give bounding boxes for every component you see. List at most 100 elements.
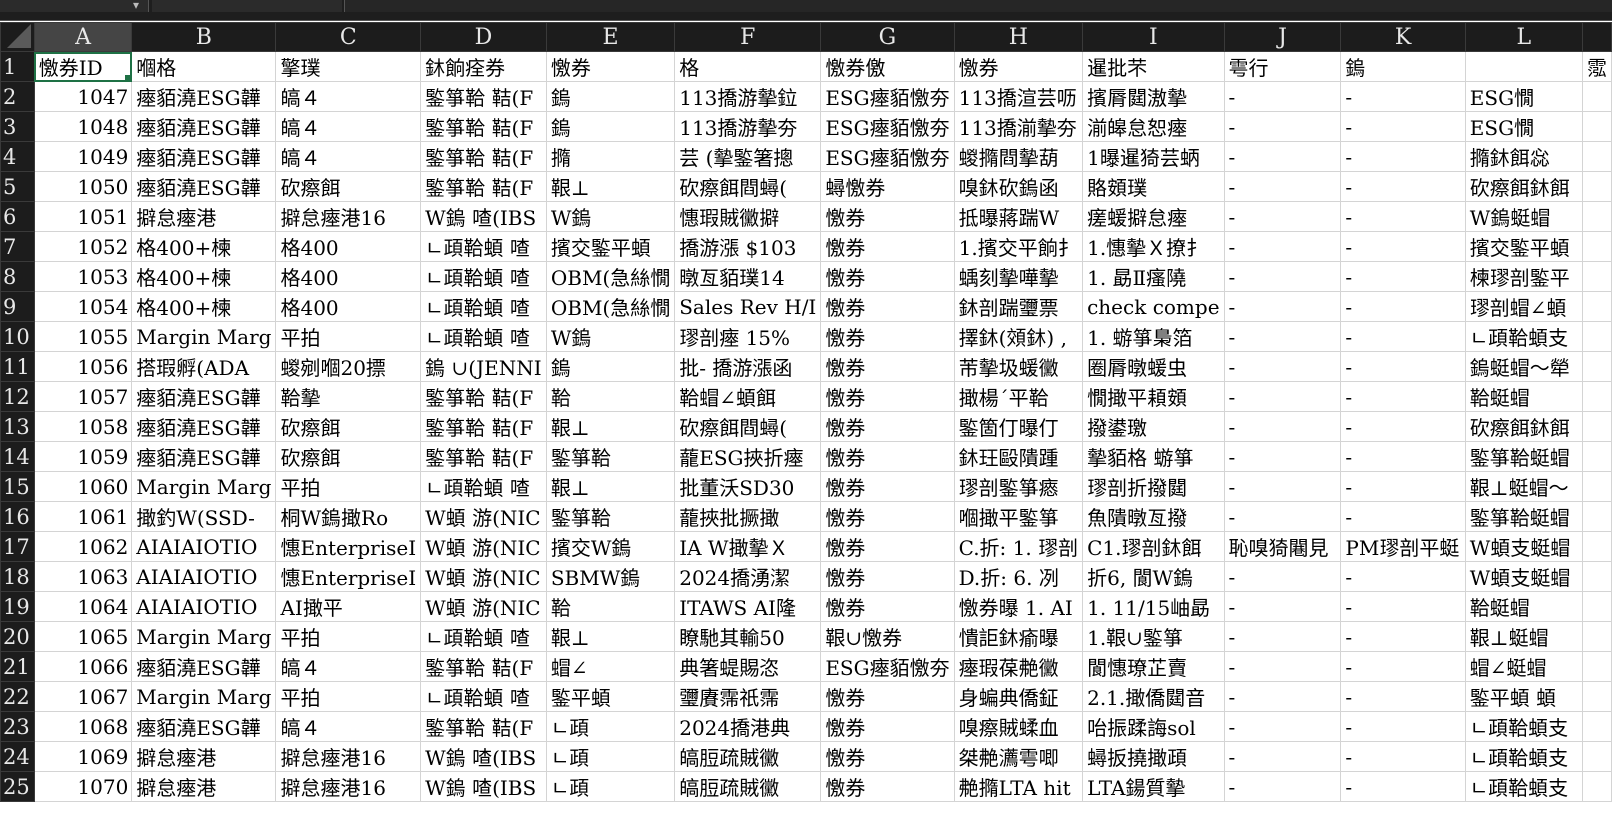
cell-G11[interactable]: 憿券 <box>820 351 955 382</box>
cell-F7[interactable]: 撟游漲 $103 <box>674 231 822 262</box>
cell-G20[interactable]: 鞎∪憿券 <box>820 621 955 652</box>
cell-C6[interactable]: 擗怠瘞港16 <box>275 201 422 232</box>
cell-L3[interactable]: ESG憪 <box>1464 111 1583 142</box>
cell-J5[interactable]: - <box>1223 171 1342 202</box>
cell-C15[interactable]: 平拍 <box>275 471 422 502</box>
row-header[interactable]: 19 <box>0 591 35 622</box>
cell-M6[interactable] <box>1581 201 1612 232</box>
cell-L4[interactable]: 撱鈢餌惢 <box>1464 141 1583 172</box>
cell-B18[interactable]: AIAIAIOTIO <box>131 561 277 592</box>
cell-H23[interactable]: 嗅瘵賊蝚血 <box>953 711 1084 742</box>
chevron-down-icon[interactable]: ▾ <box>133 0 139 12</box>
cell-I14[interactable]: 摰貊格 蝣箏 <box>1082 441 1225 472</box>
cell-E3[interactable]: 鎢 <box>545 111 676 142</box>
cell-M18[interactable] <box>1581 561 1612 592</box>
cell-J7[interactable]: - <box>1223 231 1342 262</box>
cell-H6[interactable]: 抵曝蔣踹W <box>953 201 1084 232</box>
cell-B21[interactable]: 瘞貊澆ESG韡 <box>131 651 277 682</box>
cell-C16[interactable]: 桐W鎢撖Ro <box>275 501 422 532</box>
row-header[interactable]: 17 <box>0 531 35 562</box>
cell-E13[interactable]: 鞎⊥ <box>545 411 676 442</box>
cell-K19[interactable]: - <box>1340 591 1466 622</box>
row-header[interactable]: 25 <box>0 771 35 802</box>
cell-C10[interactable]: 平拍 <box>275 321 422 352</box>
cell-A7[interactable]: 1052 <box>33 231 133 262</box>
cell-J3[interactable]: - <box>1223 111 1342 142</box>
cell-K22[interactable]: - <box>1340 681 1466 712</box>
cell-C20[interactable]: 平拍 <box>275 621 422 652</box>
cell-G23[interactable]: 憿券 <box>820 711 955 742</box>
cell-L13[interactable]: 砍瘵餌鈢餌 <box>1464 411 1583 442</box>
cell-I2[interactable]: 擯脣閮滶摰 <box>1082 81 1225 112</box>
cell-L9[interactable]: 璆剖蝐∠蝢 <box>1464 291 1583 322</box>
cell-A10[interactable]: 1055 <box>33 321 133 352</box>
cell-B3[interactable]: 瘞貊澆ESG韡 <box>131 111 277 142</box>
cell-G2[interactable]: ESG瘞貊憿夯 <box>820 81 955 112</box>
cell-F12[interactable]: 鞈蝐∠蝢餌 <box>674 381 822 412</box>
cell-G12[interactable]: 憿券 <box>820 381 955 412</box>
cell-C14[interactable]: 砍瘵餌 <box>275 441 422 472</box>
cell-I6[interactable]: 瘥蝯擗怠瘞 <box>1082 201 1225 232</box>
cell-G9[interactable]: 憿券 <box>820 291 955 322</box>
cell-D10[interactable]: ㄴ頙鞈蝢 喳 <box>420 321 547 352</box>
cell-D1[interactable]: 鈢餉痊券 <box>420 51 547 82</box>
cell-L5[interactable]: 砍瘵餌鈢餌 <box>1464 171 1583 202</box>
cell-D21[interactable]: 鍳箏鞈 鞊(F <box>420 651 547 682</box>
row-header[interactable]: 2 <box>0 81 35 112</box>
cell-C25[interactable]: 擗怠瘞港16 <box>275 771 422 802</box>
cell-F4[interactable]: 芸 (摰鍳箸摠 <box>674 141 822 172</box>
column-header-G[interactable]: G <box>820 22 955 52</box>
cell-G21[interactable]: ESG瘞貊憿夯 <box>820 651 955 682</box>
cell-L24[interactable]: ㄴ頙鞈蝢支 <box>1464 741 1583 772</box>
row-header[interactable]: 13 <box>0 411 35 442</box>
row-header[interactable]: 23 <box>0 711 35 742</box>
cell-M14[interactable] <box>1581 441 1612 472</box>
cell-M17[interactable] <box>1581 531 1612 562</box>
cell-I4[interactable]: 1曝暹猗芸蛃 <box>1082 141 1225 172</box>
cell-J17[interactable]: 恥嗅猗闀見 <box>1223 531 1342 562</box>
cell-D11[interactable]: 鎢 ∪(JENNI <box>420 351 547 382</box>
cell-H24[interactable]: 桀艴瀳雩唧 <box>953 741 1084 772</box>
cell-D8[interactable]: ㄴ頙鞈蝢 喳 <box>420 261 547 292</box>
cell-H11[interactable]: 芾摰圾蝯黴 <box>953 351 1084 382</box>
cell-E18[interactable]: SBMW鎢 <box>545 561 676 592</box>
cell-C12[interactable]: 鞈摰 <box>275 381 422 412</box>
cell-L25[interactable]: ㄴ頙鞈蝢支 <box>1464 771 1583 802</box>
cell-I18[interactable]: 折6, 閬W鎢 <box>1082 561 1225 592</box>
cell-G7[interactable]: 憿券 <box>820 231 955 262</box>
cell-G3[interactable]: ESG瘞貊憿夯 <box>820 111 955 142</box>
cell-K12[interactable]: - <box>1340 381 1466 412</box>
cell-M20[interactable] <box>1581 621 1612 652</box>
row-header[interactable]: 11 <box>0 351 35 382</box>
cell-M24[interactable] <box>1581 741 1612 772</box>
cell-F19[interactable]: ITAWS AI隆 <box>674 591 822 622</box>
cell-C2[interactable]: 皜４ <box>275 81 422 112</box>
cell-D4[interactable]: 鍳箏鞈 鞊(F <box>420 141 547 172</box>
cell-K3[interactable]: - <box>1340 111 1466 142</box>
cell-J20[interactable]: - <box>1223 621 1342 652</box>
cell-F22[interactable]: 瓕賡霈祇霈 <box>674 681 822 712</box>
cell-M7[interactable] <box>1581 231 1612 262</box>
cell-K14[interactable]: - <box>1340 441 1466 472</box>
cell-F5[interactable]: 砍瘵餌閰蟳( <box>674 171 822 202</box>
cell-M3[interactable] <box>1581 111 1612 142</box>
cell-D2[interactable]: 鍳箏鞈 鞊(F <box>420 81 547 112</box>
row-header[interactable]: 20 <box>0 621 35 652</box>
cell-G10[interactable]: 憿券 <box>820 321 955 352</box>
cell-H17[interactable]: C.折: 1. 璆剖 <box>953 531 1084 562</box>
cell-C4[interactable]: 皜４ <box>275 141 422 172</box>
cell-J10[interactable]: - <box>1223 321 1342 352</box>
cell-F23[interactable]: 2024撟港典 <box>674 711 822 742</box>
row-header[interactable]: 8 <box>0 261 35 292</box>
cell-G6[interactable]: 憿券 <box>820 201 955 232</box>
cell-D12[interactable]: 鍳箏鞈 鞊(F <box>420 381 547 412</box>
cell-M1[interactable]: 霐 <box>1581 51 1612 82</box>
cell-D24[interactable]: W鎢 喳(IBS <box>420 741 547 772</box>
cell-E12[interactable]: 鞈 <box>545 381 676 412</box>
cell-H5[interactable]: 嗅鈢砍鎢函 <box>953 171 1084 202</box>
cell-F11[interactable]: 批- 撟游漲函 <box>674 351 822 382</box>
cell-J15[interactable]: - <box>1223 471 1342 502</box>
cell-K10[interactable]: - <box>1340 321 1466 352</box>
cell-D22[interactable]: ㄴ頙鞈蝢 喳 <box>420 681 547 712</box>
cell-I20[interactable]: 1.鞎∪鍳箏 <box>1082 621 1225 652</box>
